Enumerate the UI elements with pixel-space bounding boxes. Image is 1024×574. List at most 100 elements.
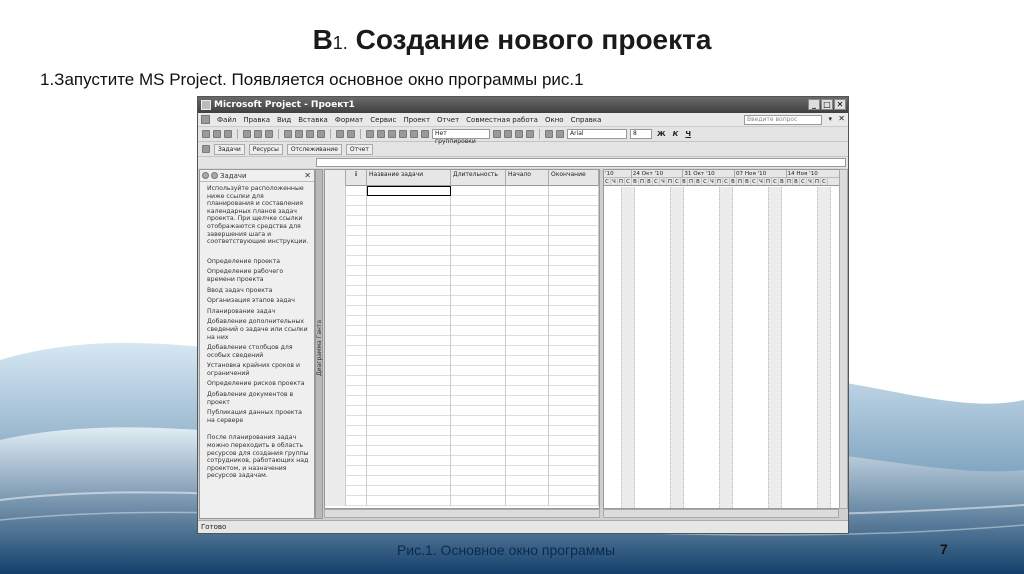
table-cell[interactable]	[367, 396, 451, 406]
table-cell[interactable]	[346, 366, 367, 376]
table-cell[interactable]	[367, 306, 451, 316]
undo-icon[interactable]	[336, 130, 344, 138]
table-row[interactable]	[325, 206, 599, 216]
table-cell[interactable]	[451, 216, 506, 226]
table-cell[interactable]	[506, 396, 549, 406]
table-cell[interactable]	[506, 226, 549, 236]
copy-icon[interactable]	[295, 130, 303, 138]
table-cell[interactable]	[367, 326, 451, 336]
table-cell[interactable]	[346, 336, 367, 346]
table-cell[interactable]	[451, 336, 506, 346]
table-cell[interactable]	[506, 466, 549, 476]
task-link[interactable]: Ввод задач проекта	[207, 287, 310, 295]
copy-picture-icon[interactable]	[526, 130, 534, 138]
table-cell[interactable]	[367, 346, 451, 356]
table-cell[interactable]	[549, 256, 599, 266]
table-cell[interactable]	[325, 306, 346, 316]
table-row[interactable]	[325, 436, 599, 446]
table-cell[interactable]	[451, 246, 506, 256]
table-cell[interactable]	[549, 216, 599, 226]
task-link[interactable]: Публикация данных проекта на сервере	[207, 409, 310, 424]
table-row[interactable]	[325, 496, 599, 506]
table-cell[interactable]	[549, 496, 599, 506]
split-icon[interactable]	[388, 130, 396, 138]
table-cell[interactable]	[346, 496, 367, 506]
table-cell[interactable]	[549, 296, 599, 306]
table-cell[interactable]	[549, 366, 599, 376]
table-cell[interactable]	[346, 406, 367, 416]
table-cell[interactable]	[346, 306, 367, 316]
table-cell[interactable]	[346, 256, 367, 266]
table-cell[interactable]	[451, 346, 506, 356]
table-row[interactable]	[325, 456, 599, 466]
guide-icon[interactable]	[202, 145, 210, 153]
table-cell[interactable]	[346, 346, 367, 356]
table-cell[interactable]	[325, 466, 346, 476]
table-cell[interactable]	[451, 476, 506, 486]
task-link[interactable]: Добавление дополнительных сведений о зад…	[207, 318, 310, 341]
menu-project[interactable]: Проект	[403, 116, 430, 124]
table-cell[interactable]	[325, 386, 346, 396]
table-row[interactable]	[325, 416, 599, 426]
table-row[interactable]	[325, 446, 599, 456]
table-cell[interactable]	[325, 236, 346, 246]
table-cell[interactable]	[549, 446, 599, 456]
guide-resources-button[interactable]: Ресурсы	[248, 143, 283, 155]
table-cell[interactable]	[367, 246, 451, 256]
preview-icon[interactable]	[254, 130, 262, 138]
table-cell[interactable]	[451, 386, 506, 396]
table-row[interactable]	[325, 226, 599, 236]
table-cell[interactable]	[506, 406, 549, 416]
table-cell[interactable]	[549, 386, 599, 396]
table-row[interactable]	[325, 336, 599, 346]
new-icon[interactable]	[202, 130, 210, 138]
table-cell[interactable]	[367, 486, 451, 496]
task-link[interactable]: Определение рисков проекта	[207, 380, 310, 388]
font-size-select[interactable]: 8	[630, 129, 652, 139]
table-cell[interactable]	[506, 256, 549, 266]
table-cell[interactable]	[549, 316, 599, 326]
table-cell[interactable]	[506, 186, 549, 196]
table-cell[interactable]	[325, 356, 346, 366]
guide-tracking-button[interactable]: Отслеживание	[286, 143, 342, 155]
table-cell[interactable]	[506, 416, 549, 426]
table-cell[interactable]	[325, 486, 346, 496]
menu-window[interactable]: Окно	[545, 116, 564, 124]
task-link[interactable]: Организация этапов задач	[207, 297, 310, 305]
table-cell[interactable]	[451, 356, 506, 366]
table-cell[interactable]	[506, 206, 549, 216]
bold-button[interactable]: Ж	[655, 130, 668, 138]
table-cell[interactable]	[506, 376, 549, 386]
table-cell[interactable]	[506, 486, 549, 496]
format-painter-icon[interactable]	[317, 130, 325, 138]
table-cell[interactable]	[346, 426, 367, 436]
table-cell[interactable]	[451, 376, 506, 386]
table-cell[interactable]	[346, 236, 367, 246]
table-cell[interactable]	[451, 446, 506, 456]
table-cell[interactable]	[451, 196, 506, 206]
back-icon[interactable]	[202, 172, 209, 179]
table-row[interactable]	[325, 356, 599, 366]
table-cell[interactable]	[506, 216, 549, 226]
table-row[interactable]	[325, 366, 599, 376]
table-cell[interactable]	[549, 356, 599, 366]
table-cell[interactable]	[367, 496, 451, 506]
table-cell[interactable]	[325, 296, 346, 306]
table-row[interactable]	[325, 186, 599, 196]
table-cell[interactable]	[325, 196, 346, 206]
table-row[interactable]	[325, 406, 599, 416]
table-cell[interactable]	[549, 396, 599, 406]
table-cell[interactable]	[367, 256, 451, 266]
minimize-button[interactable]: _	[808, 99, 820, 110]
table-cell[interactable]	[346, 396, 367, 406]
table-cell[interactable]	[549, 286, 599, 296]
table-cell[interactable]	[451, 236, 506, 246]
menu-view[interactable]: Вид	[277, 116, 291, 124]
table-row[interactable]	[325, 246, 599, 256]
table-cell[interactable]	[549, 206, 599, 216]
table-cell[interactable]	[367, 426, 451, 436]
table-cell[interactable]	[346, 226, 367, 236]
redo-icon[interactable]	[347, 130, 355, 138]
table-cell[interactable]	[346, 186, 367, 196]
print-icon[interactable]	[243, 130, 251, 138]
